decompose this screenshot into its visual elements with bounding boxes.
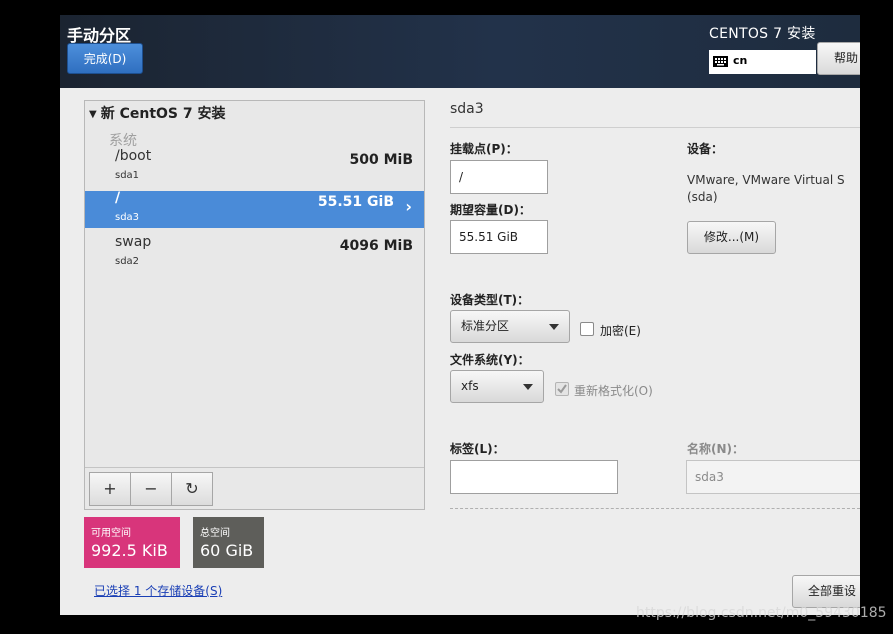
name-label: 名称(N)：	[687, 442, 745, 456]
partition-row-root[interactable]: / sda3 55.51 GiB ›	[85, 190, 424, 228]
partition-size: 500 MiB	[349, 152, 414, 168]
filesystem-label: 文件系统(Y)：	[450, 353, 530, 367]
device-label: 设备：	[687, 142, 724, 156]
done-button[interactable]: 完成(D)	[67, 43, 143, 74]
encrypt-label: 加密(E)	[600, 324, 641, 338]
reformat-checkbox	[555, 382, 569, 396]
plus-icon: +	[103, 479, 117, 498]
partition-list-panel: ▼ 新 CentOS 7 安装 系统 /boot sda1 500 MiB / s…	[84, 100, 425, 510]
total-space-value: 60 GiB	[200, 541, 254, 560]
tag-input[interactable]	[450, 460, 618, 494]
partition-row-swap[interactable]: swap sda2 4096 MiB	[85, 234, 424, 272]
install-group-header[interactable]: ▼ 新 CentOS 7 安装	[89, 103, 225, 123]
caret-down-icon	[549, 324, 559, 330]
partition-row-boot[interactable]: /boot sda1 500 MiB	[85, 148, 424, 186]
tag-label: 标签(L)：	[450, 442, 505, 456]
available-space-label: 可用空间	[91, 528, 131, 539]
device-type-dropdown[interactable]: 标准分区	[450, 310, 570, 343]
available-space-box: 可用空间 992.5 KiB	[84, 517, 180, 568]
desired-capacity-label: 期望容量(D)：	[450, 203, 531, 217]
partition-size: 4096 MiB	[339, 238, 413, 254]
remove-partition-button[interactable]: −	[130, 472, 172, 506]
refresh-icon: ↻	[185, 479, 199, 498]
keyboard-layout-indicator[interactable]: cn	[709, 50, 816, 74]
checkmark-icon	[557, 384, 567, 394]
dashed-divider	[450, 508, 860, 509]
partition-device: sda1	[115, 170, 140, 181]
partition-toolbar: + − ↻	[85, 467, 424, 509]
selected-devices-link[interactable]: 已选择 1 个存储设备(S)	[94, 582, 222, 599]
reset-all-button[interactable]: 全部重设	[792, 575, 860, 608]
system-group-label: 系统	[109, 133, 137, 149]
encrypt-checkbox[interactable]	[580, 322, 594, 336]
expander-triangle-icon: ▼	[89, 109, 97, 120]
available-space-value: 992.5 KiB	[91, 541, 168, 560]
modify-device-button[interactable]: 修改...(M)	[687, 221, 776, 254]
keyboard-icon	[713, 56, 728, 67]
filesystem-value: xfs	[461, 379, 479, 393]
help-button[interactable]: 帮助	[817, 42, 860, 75]
device-type-label: 设备类型(T)：	[450, 293, 530, 307]
device-description: VMware, VMware Virtual S (sda)	[687, 173, 845, 204]
partition-mount: swap	[115, 234, 152, 250]
refresh-button[interactable]: ↻	[171, 472, 213, 506]
partition-size: 55.51 GiB	[317, 194, 394, 210]
header-bar: 手动分区 完成(D) CENTOS 7 安装 cn 帮助	[60, 15, 860, 88]
product-title: CENTOS 7 安装	[709, 26, 816, 42]
add-partition-button[interactable]: +	[89, 472, 131, 506]
partition-device: sda3	[115, 212, 140, 223]
desired-capacity-input[interactable]	[450, 220, 548, 254]
partition-device: sda2	[115, 256, 140, 267]
device-type-value: 标准分区	[461, 319, 510, 333]
installer-window: 手动分区 完成(D) CENTOS 7 安装 cn 帮助 ▼ 新 CentOS 7…	[60, 15, 860, 615]
caret-down-icon	[523, 384, 533, 390]
watermark-text: https://blog.csdn.net/m0_59430185	[636, 605, 887, 621]
name-input	[686, 460, 860, 494]
filesystem-dropdown[interactable]: xfs	[450, 370, 544, 403]
partition-mount: /	[115, 190, 121, 206]
minus-icon: −	[144, 479, 158, 498]
keyboard-layout-label: cn	[733, 54, 748, 67]
partition-mount: /boot	[115, 148, 152, 164]
install-title: 新 CentOS 7 安装	[100, 106, 226, 122]
reformat-label: 重新格式化(O)	[574, 384, 653, 398]
total-space-box: 总空间 60 GiB	[193, 517, 264, 568]
chevron-right-icon: ›	[405, 197, 412, 216]
total-space-label: 总空间	[200, 528, 230, 539]
partition-detail-title: sda3	[450, 101, 484, 117]
mount-point-label: 挂载点(P)：	[450, 142, 518, 156]
detail-divider	[450, 127, 860, 128]
mount-point-input[interactable]	[450, 160, 548, 194]
